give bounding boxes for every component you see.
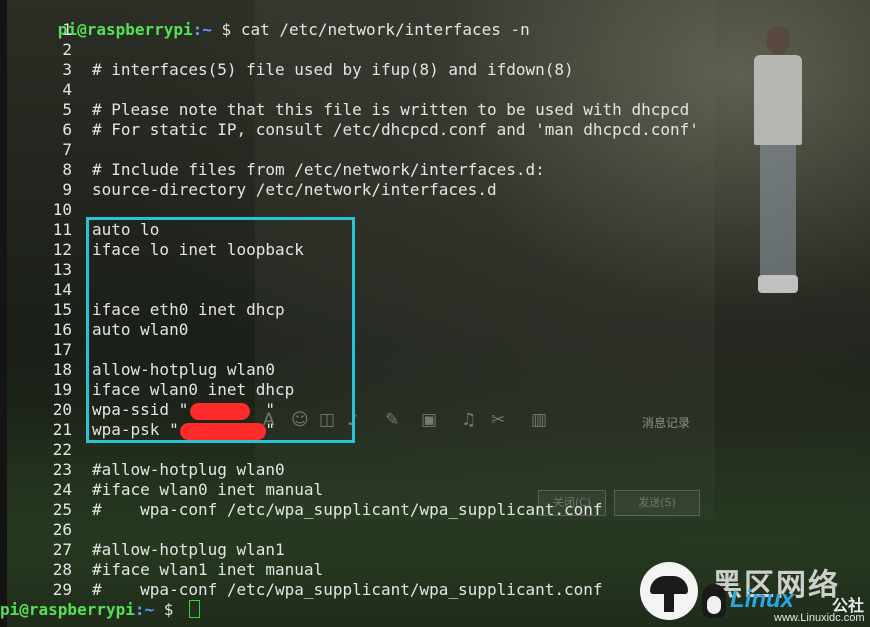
file-line: 1: [10, 20, 530, 40]
prompt-path: :~: [134, 600, 155, 619]
line-content: # interfaces(5) file used by ifup(8) and…: [92, 60, 574, 79]
line-content: # Include files from /etc/network/interf…: [92, 160, 545, 179]
line-number: 13: [52, 260, 72, 279]
line-number: 7: [62, 140, 72, 159]
file-line: 8 # Include files from /etc/network/inter…: [10, 160, 544, 180]
line-content: #allow-hotplug wlan1: [92, 540, 285, 559]
line-number: 10: [52, 200, 72, 219]
line-number: 5: [62, 100, 72, 119]
file-line: 23 #allow-hotplug wlan0: [10, 460, 530, 480]
file-line: 9 source-directory /etc/network/interface…: [10, 180, 530, 200]
line-number: 6: [62, 120, 72, 139]
file-line: 29 # wpa-conf /etc/wpa_supplicant/wpa_sup…: [10, 580, 603, 600]
line-number: 21: [52, 420, 72, 439]
line-number: 14: [52, 280, 72, 299]
line-number: 15: [52, 300, 72, 319]
penguin-icon: [702, 584, 726, 618]
file-line: 2: [10, 40, 530, 60]
line-number: 2: [62, 40, 72, 59]
line-number: 19: [52, 380, 72, 399]
mushroom-logo-icon: [640, 562, 698, 620]
line-number: 17: [52, 340, 72, 359]
line-content: #iface wlan1 inet manual: [92, 560, 324, 579]
line-content: source-directory /etc/network/interfaces…: [92, 180, 497, 199]
line-number: 23: [52, 460, 72, 479]
line-number: 1: [62, 20, 72, 39]
redaction-psk: [180, 423, 266, 440]
end-prompt-line[interactable]: pi@raspberrypi:~ $: [0, 600, 530, 620]
file-line: 27 #allow-hotplug wlan1: [10, 540, 530, 560]
background-send-button: 发送(S): [614, 490, 700, 516]
file-line: 28 #iface wlan1 inet manual: [10, 560, 530, 580]
terminal-cursor[interactable]: [189, 600, 201, 618]
line-number: 8: [62, 160, 72, 179]
line-number: 22: [52, 440, 72, 459]
command-prompt-line: pi@raspberrypi:~ $ cat /etc/network/inte…: [0, 0, 530, 39]
line-content: #allow-hotplug wlan0: [92, 460, 285, 479]
file-line: 3 # interfaces(5) file used by ifup(8) an…: [10, 60, 573, 80]
line-content: # Please note that this file is written …: [92, 100, 690, 119]
trash-icon: ▥: [531, 410, 548, 430]
file-line: 22: [10, 440, 530, 460]
line-number: 4: [62, 80, 72, 99]
line-number: 20: [52, 400, 72, 419]
file-line: 6 # For static IP, consult /etc/dhcpcd.co…: [10, 120, 699, 140]
file-line: 4: [10, 80, 530, 100]
line-content: #iface wlan0 inet manual: [92, 480, 324, 499]
line-number: 24: [52, 480, 72, 499]
window-left-edge: [0, 0, 7, 627]
line-number: 3: [62, 60, 72, 79]
line-content: # wpa-conf /etc/wpa_supplicant/wpa_suppl…: [92, 580, 603, 599]
line-number: 27: [52, 540, 72, 559]
file-line: 7: [10, 140, 530, 160]
line-content: # wpa-conf /etc/wpa_supplicant/wpa_suppl…: [92, 500, 603, 519]
line-number: 9: [62, 180, 72, 199]
line-number: 16: [52, 320, 72, 339]
watermark-brand: Linux: [730, 586, 794, 613]
line-number: 25: [52, 500, 72, 519]
prompt-symbol: $: [154, 600, 184, 619]
line-number: 28: [52, 560, 72, 579]
file-line: 25 # wpa-conf /etc/wpa_supplicant/wpa_sup…: [10, 500, 603, 520]
line-number: 26: [52, 520, 72, 539]
line-number: 18: [52, 360, 72, 379]
watermark: 黑区网络 Linux 公社 www.Linuxidc.com: [640, 560, 870, 627]
prompt-user-host: pi@raspberrypi: [0, 600, 135, 619]
line-number: 12: [52, 240, 72, 259]
file-line: 24 #iface wlan0 inet manual: [10, 480, 530, 500]
file-line: 5 # Please note that this file is written…: [10, 100, 689, 120]
watermark-url: www.Linuxidc.com: [774, 612, 865, 624]
terminal-window[interactable]: A ☺ ◫ ♪ ✎ ▣ ♫ ✂ ▥ 消息记录 关闭(C) 发送(S) pi@ra…: [0, 0, 870, 627]
line-content: # For static IP, consult /etc/dhcpcd.con…: [92, 120, 699, 139]
file-line: 26: [10, 520, 530, 540]
background-message-log: 消息记录: [642, 416, 691, 430]
line-number: 29: [52, 580, 72, 599]
line-number: 11: [52, 220, 72, 239]
redaction-ssid: [190, 403, 250, 420]
background-person-image: [748, 25, 808, 295]
